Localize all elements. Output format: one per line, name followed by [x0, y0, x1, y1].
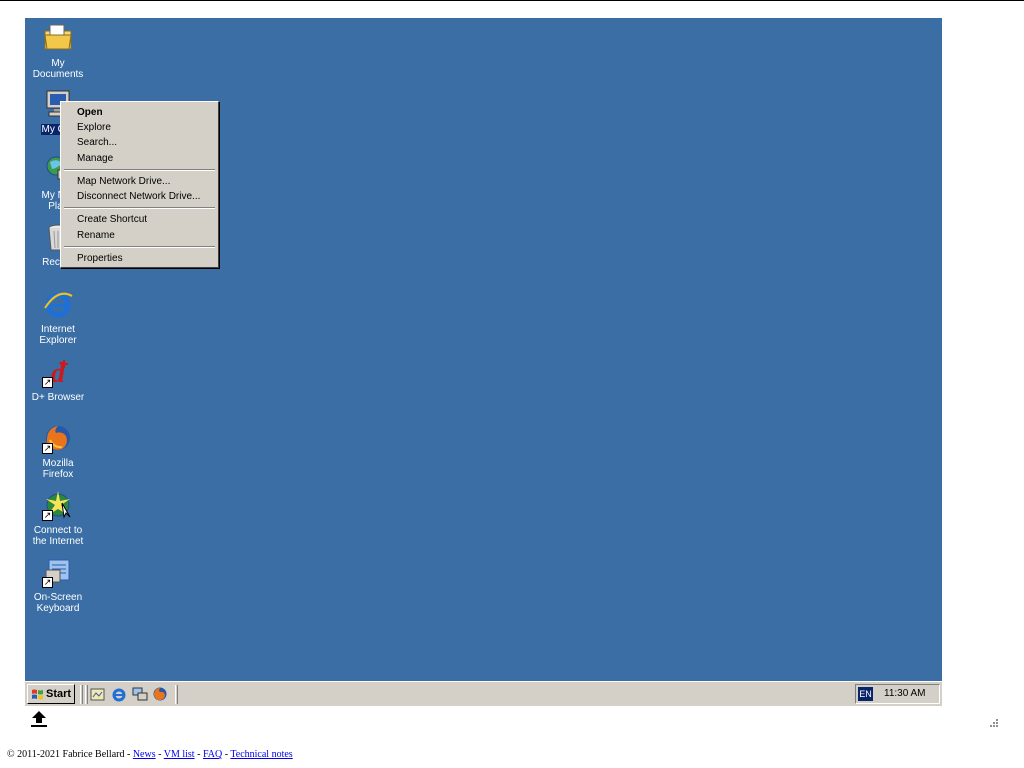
- desktop-icon-internet-explorer[interactable]: Internet Explorer: [25, 288, 91, 346]
- copyright-text: © 2011-2021 Fabrice Bellard -: [7, 749, 133, 760]
- resize-grip-icon[interactable]: [985, 716, 999, 730]
- icon-label: Internet: [41, 324, 75, 335]
- taskbar-separator: [85, 685, 88, 704]
- context-menu: Open Explore Search... Manage Map Networ…: [60, 101, 219, 268]
- menu-item-manage[interactable]: Manage: [77, 152, 113, 166]
- icon-label: On-Screen: [33, 592, 83, 603]
- top-border: [0, 0, 1024, 1]
- footer-separator: -: [194, 749, 203, 760]
- desktop[interactable]: My Documents My Co My Ne Plac Recyc Inte…: [25, 18, 942, 681]
- footer-separator: -: [155, 749, 164, 760]
- icon-label: D+ Browser: [31, 392, 85, 403]
- icon-label: Explorer: [39, 335, 77, 346]
- desktop-icon-d-plus-browser[interactable]: d ↗ D+ Browser: [25, 356, 91, 403]
- ie-quicklaunch-icon[interactable]: [111, 686, 127, 702]
- technical-notes-link[interactable]: Technical notes: [230, 749, 292, 760]
- shortcut-arrow-icon: ↗: [42, 510, 53, 521]
- taskbar: Start EN 11:30 AM: [25, 681, 942, 706]
- firefox-quicklaunch-icon[interactable]: [152, 686, 168, 702]
- system-tray: EN 11:30 AM: [855, 684, 940, 704]
- firefox-icon: ↗: [42, 422, 74, 454]
- menu-item-rename[interactable]: Rename: [77, 229, 115, 243]
- menu-item-map-network-drive[interactable]: Map Network Drive...: [77, 175, 170, 189]
- desktop-icon-connect-to-internet[interactable]: ↗ Connect to the Internet: [25, 489, 91, 547]
- show-desktop-icon[interactable]: [90, 686, 106, 702]
- windows-logo-icon: [32, 689, 43, 700]
- language-indicator[interactable]: EN: [858, 687, 873, 701]
- menu-separator: [64, 207, 215, 209]
- icon-label: Mozilla Firefox: [42, 458, 74, 480]
- news-link[interactable]: News: [133, 749, 156, 760]
- menu-item-disconnect-network-drive[interactable]: Disconnect Network Drive...: [77, 190, 200, 204]
- start-button[interactable]: Start: [27, 684, 75, 704]
- desktop-icon-mozilla-firefox[interactable]: ↗ Mozilla Firefox: [25, 422, 91, 480]
- menu-separator: [64, 246, 215, 248]
- taskbar-separator: [175, 685, 178, 704]
- connect-icon: ↗: [42, 489, 74, 521]
- shortcut-arrow-icon: ↗: [42, 443, 53, 454]
- upload-icon[interactable]: [30, 710, 48, 728]
- folder-icon: [42, 22, 74, 54]
- clock[interactable]: 11:30 AM: [884, 685, 926, 703]
- network-quicklaunch-icon[interactable]: [132, 686, 148, 702]
- vm-list-link[interactable]: VM list: [164, 749, 195, 760]
- icon-label: the Internet: [32, 536, 84, 547]
- icon-label: Connect to: [33, 525, 83, 536]
- menu-item-open[interactable]: Open: [77, 106, 103, 120]
- vm-screen[interactable]: My Documents My Co My Ne Plac Recyc Inte…: [25, 18, 942, 706]
- shortcut-arrow-icon: ↗: [42, 577, 53, 588]
- menu-item-explore[interactable]: Explore: [77, 121, 111, 135]
- icon-label: My Documents: [32, 58, 84, 80]
- menu-item-search[interactable]: Search...: [77, 136, 117, 150]
- desktop-icon-my-documents[interactable]: My Documents: [25, 22, 91, 80]
- start-label: Start: [46, 688, 72, 700]
- ie-icon: [42, 288, 74, 320]
- menu-item-properties[interactable]: Properties: [77, 252, 123, 266]
- d-plus-icon: d ↗: [42, 356, 74, 389]
- desktop-icon-on-screen-keyboard[interactable]: ↗ On-Screen Keyboard: [25, 556, 91, 614]
- keyboard-icon: ↗: [42, 556, 74, 588]
- menu-item-create-shortcut[interactable]: Create Shortcut: [77, 213, 147, 227]
- icon-label: Keyboard: [36, 603, 80, 614]
- shortcut-arrow-icon: ↗: [42, 377, 53, 388]
- taskbar-separator: [80, 685, 83, 704]
- footer: © 2011-2021 Fabrice Bellard - News - VM …: [7, 749, 293, 760]
- faq-link[interactable]: FAQ: [203, 749, 222, 760]
- menu-separator: [64, 169, 215, 171]
